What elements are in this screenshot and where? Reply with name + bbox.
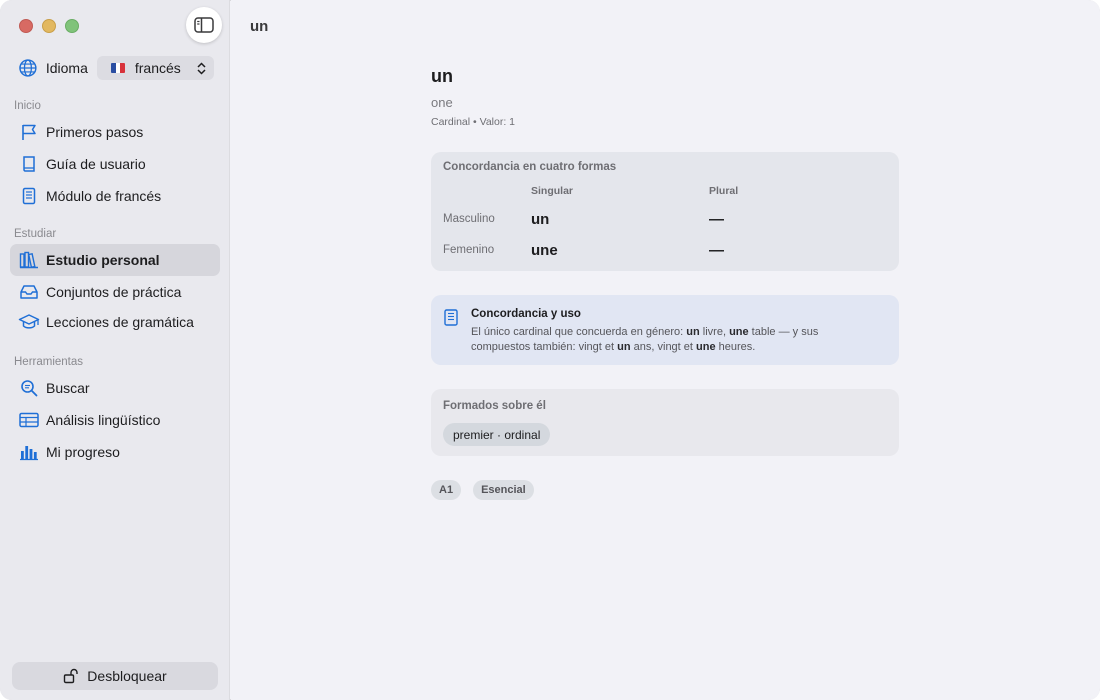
usage-note-body: El único cardinal que concuerda en géner… [471,326,819,353]
sidebar-item-label: Primeros pasos [46,124,144,140]
form-feminine-singular: une [531,242,558,259]
language-row: Idioma francés [18,56,214,80]
agreement-card: Concordancia en cuatro formas Singular P… [431,152,899,271]
entry-detail: un one Cardinal • Valor: 1 Concordancia … [431,66,899,500]
sidebar-item-label: Mi progreso [46,444,120,460]
column-header-singular: Singular [531,185,574,197]
french-flag-icon [110,63,125,73]
search-icon [21,380,38,397]
unlock-button[interactable]: Desbloquear [12,662,218,690]
app-window: Idioma francés Inicio Primeros pasos Guí… [0,0,1100,700]
bar-chart-icon [20,446,38,461]
sidebar-item-guia-de-usuario[interactable]: Guía de usuario [10,148,220,180]
row-label-femenino: Femenino [443,244,495,256]
entry-word: un [431,66,453,86]
form-masculine-singular: un [531,211,550,228]
table-icon [19,412,39,428]
unlock-label: Desbloquear [87,668,167,684]
unlock-icon [64,668,78,684]
row-label-masculino: Masculino [443,213,495,225]
sidebar-item-modulo-de-frances[interactable]: Módulo de francés [10,180,220,212]
level-tag[interactable]: A1 [431,480,462,500]
column-header-plural: Plural [709,185,739,197]
sidebar-item-label: Conjuntos de práctica [46,284,182,300]
sidebar-item-label: Estudio personal [46,252,160,268]
document-icon [22,187,36,205]
tray-icon [20,285,38,299]
globe-icon [19,59,37,77]
sidebar-icon [194,17,214,33]
derived-title: Formados sobre él [443,400,546,412]
sidebar-item-label: Análisis lingüístico [46,412,161,428]
language-select-value: francés [134,60,181,76]
sidebar-item-mi-progreso[interactable]: Mi progreso [10,436,220,468]
language-label: Idioma [45,60,88,76]
book-icon [23,156,35,172]
usage-note-title: Concordancia y uso [471,308,581,320]
section-title-estudiar: Estudiar [14,228,57,240]
form-feminine-plural: — [709,242,724,259]
entry-translation: one [431,95,453,110]
sidebar-item-conjuntos-de-practica[interactable]: Conjuntos de práctica [10,276,220,308]
sidebar-item-analisis-linguistico[interactable]: Análisis lingüístico [10,404,220,436]
agreement-title: Concordancia en cuatro formas [443,161,617,173]
sidebar-item-label: Buscar [46,380,90,396]
toolbar-title: un [250,18,269,35]
graduation-cap-icon [18,314,40,329]
tag-list: A1 Esencial [431,480,899,500]
usage-note-card: Concordancia y uso El único cardinal que… [431,295,899,365]
section-title-inicio: Inicio [14,100,41,112]
sidebar-item-estudio-personal[interactable]: Estudio personal [10,244,220,276]
sidebar-item-buscar[interactable]: Buscar [10,372,220,404]
section-title-herramientas: Herramientas [14,356,84,368]
form-masculine-plural: — [709,211,724,228]
minimize-window-button[interactable] [42,19,56,33]
language-select[interactable]: francés [96,56,214,80]
flag-icon [22,124,36,140]
entry-meta: Cardinal • Valor: 1 [431,116,516,128]
books-icon [19,251,38,269]
maximize-window-button[interactable] [65,19,79,33]
sidebar-item-primeros-pasos[interactable]: Primeros pasos [10,116,220,148]
derived-words-card: Formados sobre él premier · ordinal [431,389,899,456]
sidebar-toggle-button[interactable] [186,7,222,43]
chevron-up-down-icon [197,61,206,75]
category-tag[interactable]: Esencial [473,480,534,500]
sidebar: Idioma francés Inicio Primeros pasos Guí… [0,0,230,700]
sidebar-item-lecciones-de-gramatica[interactable]: Lecciones de gramática [10,306,220,338]
close-window-button[interactable] [19,19,33,33]
sidebar-item-label: Lecciones de gramática [46,314,194,330]
book-icon [444,309,458,326]
window-controls [19,19,79,33]
sidebar-item-label: Guía de usuario [46,156,146,172]
derived-word-chip[interactable]: premier · ordinal [443,423,551,446]
main-content: un un one Cardinal • Valor: 1 Concordanc… [231,0,1100,700]
sidebar-item-label: Módulo de francés [46,188,162,204]
